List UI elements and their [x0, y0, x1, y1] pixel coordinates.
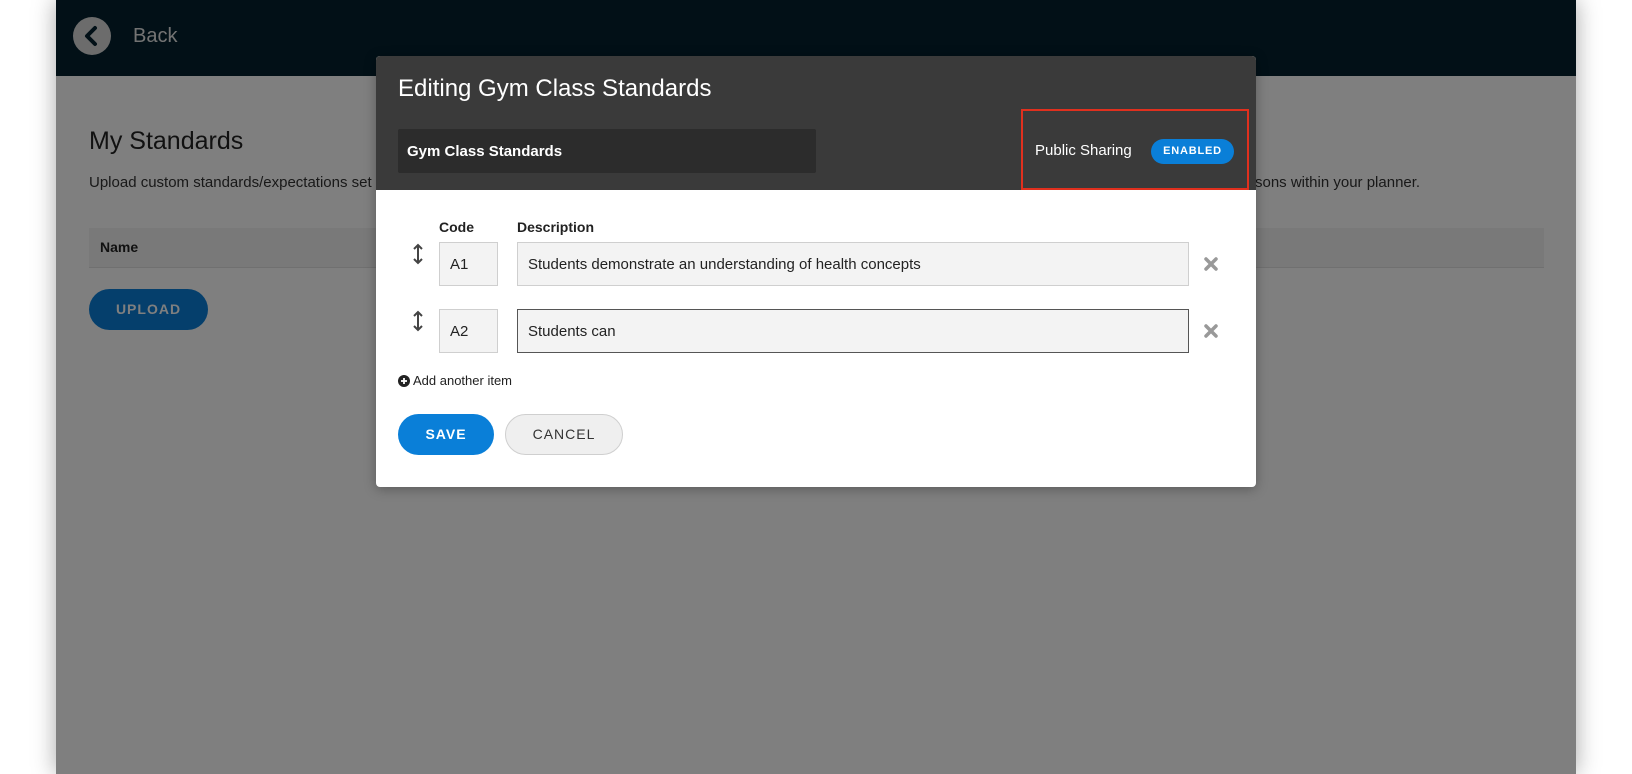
public-sharing-label: Public Sharing [1035, 142, 1132, 159]
public-sharing-toggle[interactable]: ENABLED [1151, 139, 1234, 164]
item-description-input[interactable] [517, 309, 1189, 353]
column-header-description: Description [517, 219, 595, 235]
public-sharing-highlight: Public Sharing ENABLED [1021, 109, 1249, 190]
column-header-code: Code [439, 219, 474, 235]
item-code-input[interactable] [439, 242, 498, 286]
save-button[interactable]: SAVE [398, 414, 494, 455]
item-description-input[interactable] [517, 242, 1189, 286]
plus-circle-icon [398, 375, 410, 387]
modal-title: Editing Gym Class Standards [398, 75, 712, 102]
standards-name-input[interactable] [398, 129, 816, 173]
edit-standards-modal: Editing Gym Class Standards Public Shari… [376, 56, 1256, 487]
remove-item-icon[interactable] [1202, 255, 1220, 273]
modal-header: Editing Gym Class Standards Public Shari… [376, 56, 1256, 190]
cancel-button[interactable]: CANCEL [505, 414, 623, 455]
remove-item-icon[interactable] [1202, 322, 1220, 340]
add-item-link[interactable]: Add another item [398, 372, 512, 390]
item-code-input[interactable] [439, 309, 498, 353]
drag-handle-icon[interactable] [411, 310, 425, 332]
drag-handle-icon[interactable] [411, 243, 425, 265]
add-item-label: Add another item [413, 373, 513, 388]
